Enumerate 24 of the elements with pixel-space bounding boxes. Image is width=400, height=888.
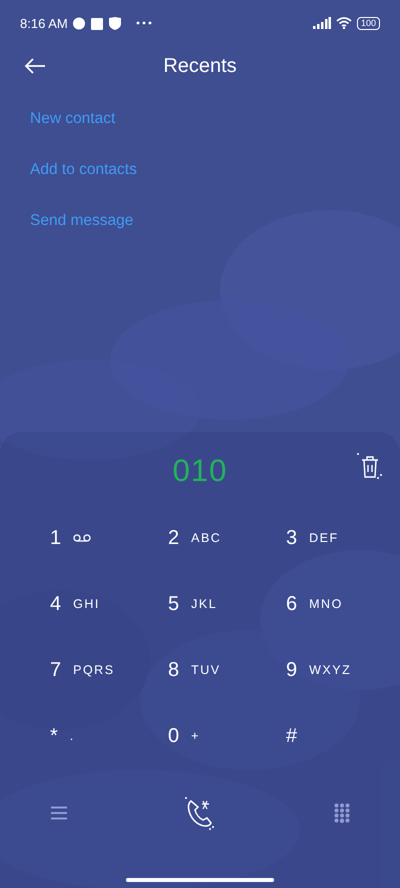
status-time: 8:16 AM [20, 16, 68, 30]
notification-icons [72, 16, 123, 30]
dial-key[interactable]: 5 JKL [164, 584, 282, 624]
dial-key[interactable]: # [282, 716, 400, 756]
dial-key[interactable]: 8 TUV [164, 650, 282, 690]
dial-key[interactable]: 2 ABC [164, 518, 282, 558]
keypad-button[interactable] [334, 803, 350, 823]
wifi-icon [336, 17, 352, 29]
signal-icon [312, 17, 331, 29]
dial-key[interactable]: * . [46, 716, 164, 756]
menu-button[interactable] [50, 806, 68, 820]
dialed-number: 010 [172, 453, 228, 489]
delete-button[interactable] [356, 452, 382, 482]
dial-key[interactable]: 1 [46, 518, 164, 558]
battery-indicator: 100 [356, 16, 380, 30]
dial-key[interactable]: 7 PQRS [46, 650, 164, 690]
dial-key[interactable]: 6 MNO [282, 584, 400, 624]
dial-key[interactable]: 9 WXYZ [282, 650, 400, 690]
dial-key[interactable]: 4 GHI [46, 584, 164, 624]
dial-key[interactable]: 0 + [164, 716, 282, 756]
page-title: Recents [163, 54, 237, 78]
voicemail-icon [73, 534, 92, 542]
more-icon [136, 21, 152, 25]
dial-key[interactable]: 3 DEF [282, 518, 400, 558]
